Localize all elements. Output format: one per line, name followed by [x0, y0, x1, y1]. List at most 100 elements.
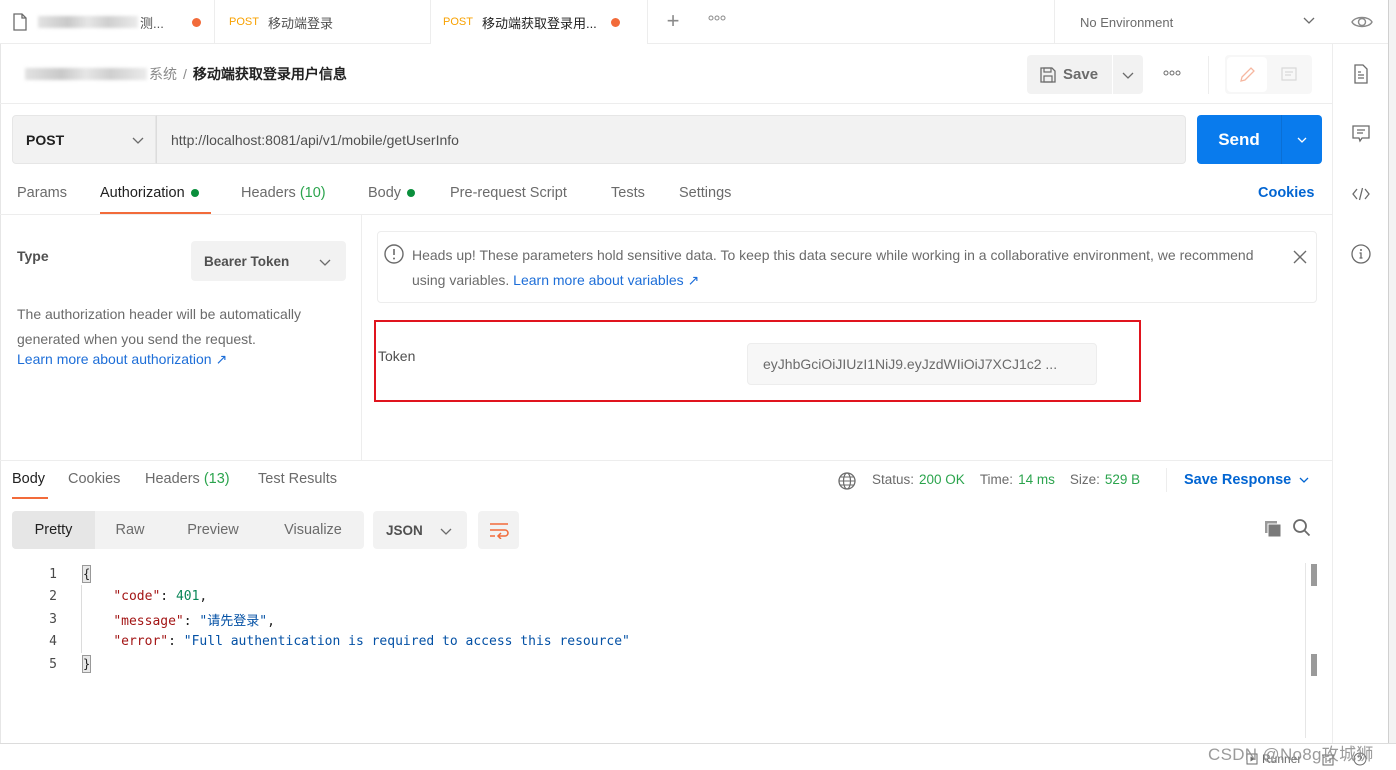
chevron-down-icon — [1303, 17, 1315, 24]
code-line: 2 "code": 401, — [0, 586, 1300, 609]
blurred-text — [38, 16, 138, 28]
tab-get-user-info[interactable]: POST 移动端获取登录用... — [430, 0, 648, 45]
search-response-button[interactable] — [1292, 518, 1312, 541]
method-select[interactable]: POST — [12, 115, 156, 164]
new-tab-button[interactable]: + — [662, 10, 684, 32]
breadcrumb-separator: / — [183, 66, 187, 82]
send-button[interactable]: Send — [1197, 115, 1281, 164]
response-tab-cookies[interactable]: Cookies — [68, 471, 120, 487]
tab-label: Body — [368, 185, 402, 201]
auth-type-value: Bearer Token — [204, 253, 290, 269]
save-icon — [1040, 66, 1056, 83]
network-info-button[interactable] — [837, 471, 857, 494]
view-pretty[interactable]: Pretty — [12, 511, 95, 549]
request-info-button[interactable] — [1350, 243, 1372, 265]
documentation-button[interactable] — [1350, 63, 1372, 85]
scrollbar-marker[interactable] — [1311, 564, 1317, 586]
tab-mobile-login[interactable]: POST 移动端登录 — [214, 0, 430, 44]
learn-more-variables-link[interactable]: Learn more about variables ↗ — [513, 272, 699, 288]
view-visualize[interactable]: Visualize — [268, 511, 358, 549]
learn-more-authorization-link[interactable]: Learn more about authorization ↗ — [17, 351, 227, 368]
tab-label: 移动端获取登录用... — [481, 15, 597, 31]
response-tab-headers[interactable]: Headers (13) — [145, 471, 230, 487]
breadcrumb-parent[interactable]: 系统 — [149, 64, 177, 84]
window-scrollbar[interactable] — [1388, 0, 1396, 770]
tab-pre-request-script[interactable]: Pre-request Script — [450, 185, 567, 201]
chevron-down-icon — [1299, 477, 1309, 483]
line-number: 1 — [49, 566, 57, 582]
tab-label: 移动端登录 — [267, 15, 333, 31]
tab-params[interactable]: Params — [17, 185, 67, 201]
headers-count: (13) — [203, 471, 230, 487]
tab-tests[interactable]: Tests — [611, 185, 645, 201]
code-line: 3 "message": "请先登录", — [0, 608, 1300, 631]
tab-authorization[interactable]: Authorization — [100, 185, 199, 201]
save-response-button[interactable]: Save Response — [1184, 472, 1311, 488]
tab-headers[interactable]: Headers (10) — [241, 185, 326, 201]
copy-response-button[interactable] — [1263, 519, 1283, 542]
code-snippet-button[interactable] — [1350, 183, 1372, 205]
view-preview[interactable]: Preview — [170, 511, 256, 549]
chevron-down-icon — [132, 137, 144, 144]
view-raw[interactable]: Raw — [100, 511, 160, 549]
document-icon — [1354, 64, 1368, 84]
token-input[interactable]: eyJhbGciOiJIUzI1NiJ9.eyJzdWIiOiJ7XCJ1c2 … — [747, 343, 1097, 385]
scrollbar-marker[interactable] — [1311, 654, 1317, 676]
json-punct: , — [199, 589, 208, 605]
breadcrumb-current[interactable]: 移动端获取登录用户信息 — [193, 64, 347, 84]
tab-label: Cookies — [68, 471, 121, 487]
url-input[interactable]: http://localhost:8081/api/v1/mobile/getU… — [156, 115, 1186, 164]
comment-icon — [1352, 125, 1370, 143]
tab-label: Params — [17, 185, 67, 201]
search-icon — [1293, 519, 1311, 537]
status-value[interactable]: 200 OK — [919, 472, 965, 487]
divider — [1166, 468, 1167, 492]
close-icon — [1293, 250, 1307, 264]
time-value[interactable]: 14 ms — [1018, 472, 1055, 487]
response-tab-test-results[interactable]: Test Results — [258, 471, 337, 487]
tab-label: Pre-request Script — [450, 185, 567, 201]
tab-collection-doc[interactable]: 测... — [12, 0, 202, 44]
comment-icon — [1281, 66, 1297, 81]
request-more-button[interactable] — [1163, 67, 1181, 79]
wrap-lines-button[interactable] — [478, 511, 519, 549]
comments-button[interactable] — [1350, 123, 1372, 145]
format-value: JSON — [386, 522, 423, 538]
save-button[interactable]: Save — [1027, 55, 1112, 94]
response-meta: Status: 200 OK Time: 14 ms Size: 529 B — [872, 472, 1150, 487]
cookies-link[interactable]: Cookies — [1258, 185, 1314, 201]
watermark: CSDN @No8g攻城狮 — [1208, 745, 1374, 764]
status-bar — [0, 744, 1396, 770]
json-key: "error" — [113, 634, 169, 650]
warning-text: Heads up! These parameters hold sensitiv… — [412, 243, 1272, 293]
save-response-label: Save Response — [1184, 472, 1292, 488]
edit-mode-button[interactable] — [1227, 57, 1267, 92]
wrap-lines-icon — [489, 523, 509, 539]
blurred-text — [25, 68, 147, 80]
tab-body[interactable]: Body — [368, 185, 416, 201]
line-number: 4 — [49, 634, 57, 650]
comment-mode-button[interactable] — [1270, 57, 1308, 92]
globe-icon — [838, 472, 856, 490]
environment-select[interactable]: No Environment — [1054, 0, 1334, 44]
close-warning-button[interactable] — [1291, 248, 1309, 266]
status-dot — [407, 189, 416, 197]
tab-label: Authorization — [100, 185, 185, 201]
response-tab-body[interactable]: Body — [12, 471, 45, 487]
more-icon — [1163, 70, 1181, 76]
save-dropdown-button[interactable] — [1113, 55, 1143, 94]
info-icon — [1351, 244, 1371, 264]
code-icon — [1352, 187, 1370, 201]
method-value: POST — [26, 131, 65, 148]
tab-more-button[interactable] — [708, 12, 726, 24]
send-dropdown-button[interactable] — [1281, 115, 1322, 164]
size-value[interactable]: 529 B — [1105, 472, 1140, 487]
tab-settings[interactable]: Settings — [679, 185, 731, 201]
json-value: "请先登录" — [199, 613, 268, 629]
token-label: Token — [378, 348, 416, 364]
format-select[interactable]: JSON — [373, 511, 467, 549]
status-label: Status: — [872, 472, 915, 487]
auth-type-select[interactable]: Bearer Token — [191, 241, 346, 281]
environment-quick-look-button[interactable] — [1348, 8, 1376, 36]
code-line: 5 } — [0, 653, 1300, 676]
